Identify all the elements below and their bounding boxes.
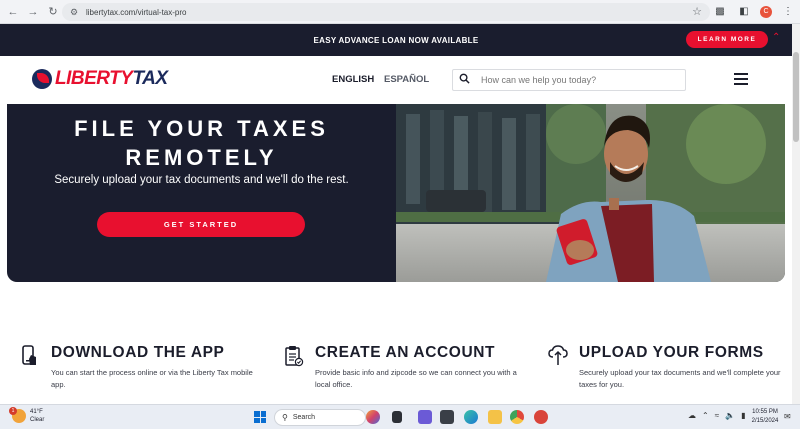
hero-title: FILE YOUR TAXES REMOTELY	[74, 116, 329, 170]
liberty-tax-logo[interactable]: LIBERTYTAX	[32, 68, 168, 90]
feature-desc: Securely upload your tax documents and w…	[579, 368, 781, 389]
hero-photo-man-with-phone	[396, 104, 785, 282]
onedrive-icon[interactable]: ☁	[688, 411, 696, 420]
system-tray: ☁ ⌃ ≈ 🔈 ▮	[688, 411, 751, 420]
bookmark-star-icon[interactable]: ☆	[692, 5, 702, 18]
promo-banner: EASY ADVANCE LOAN NOW AVAILABLE LEARN MO…	[0, 24, 792, 56]
windows-start-icon[interactable]	[254, 411, 266, 423]
get-started-button[interactable]: GET STARTED	[97, 212, 305, 237]
weather-icon: 1	[9, 407, 26, 423]
weather-condition: Clear	[30, 417, 45, 423]
app-icon[interactable]	[440, 410, 454, 424]
clock-date: 2/15/2024	[751, 418, 779, 424]
logo-mark-icon	[32, 69, 52, 89]
clipboard-form-icon	[285, 346, 304, 367]
address-bar[interactable]: ⚙ libertytax.com/virtual-tax-pro ☆	[62, 3, 710, 21]
hero-subtitle: Securely upload your tax documents and w…	[54, 174, 349, 186]
browser-toolbar: ← → ↻ ⚙ libertytax.com/virtual-tax-pro ☆…	[0, 0, 800, 24]
hamburger-menu-icon[interactable]	[734, 73, 748, 85]
back-icon[interactable]: ←	[6, 5, 20, 19]
wifi-icon[interactable]: ≈	[715, 411, 719, 420]
feature-title: UPLOAD YOUR FORMS	[579, 344, 764, 361]
chevron-up-icon[interactable]: ⌃	[702, 411, 709, 420]
search-icon[interactable]	[453, 73, 475, 87]
extensions-icon[interactable]: ▩	[712, 4, 728, 20]
mobile-phone-icon	[22, 345, 36, 365]
copilot-icon[interactable]	[366, 410, 380, 424]
site-search	[452, 69, 686, 91]
feature-title: CREATE AN ACCOUNT	[315, 344, 496, 361]
edge-icon[interactable]	[464, 410, 478, 424]
side-panel-icon[interactable]: ◧	[736, 4, 752, 20]
hero-text-panel: FILE YOUR TAXES REMOTELY Securely upload…	[7, 104, 396, 282]
profile-avatar[interactable]: C	[760, 6, 772, 18]
lang-espanol-link[interactable]: ESPAÑOL	[384, 74, 429, 85]
site-header: LIBERTYTAX ENGLISH ESPAÑOL	[0, 56, 792, 104]
windows-taskbar: 1 41°F Clear ⚲ Search ☁ ⌃ ≈ 🔈 ▮ 10:55 PM…	[0, 404, 800, 429]
cloud-upload-icon	[548, 345, 568, 365]
browser-menu-icon[interactable]: ⋮	[780, 4, 796, 20]
weather-widget[interactable]: 1 41°F Clear	[9, 407, 45, 424]
taskbar-search-label: Search	[292, 414, 316, 421]
url-text[interactable]: libertytax.com/virtual-tax-pro	[86, 8, 186, 17]
hero-section: FILE YOUR TAXES REMOTELY Securely upload…	[7, 104, 785, 282]
chrome-icon[interactable]	[510, 410, 524, 424]
weather-badge: 1	[9, 407, 17, 415]
reload-icon[interactable]: ↻	[46, 5, 60, 19]
app-icon[interactable]	[534, 410, 548, 424]
search-input[interactable]	[481, 75, 681, 85]
lang-english-link[interactable]: ENGLISH	[332, 74, 374, 85]
teams-icon[interactable]	[418, 410, 432, 424]
promo-text: EASY ADVANCE LOAN NOW AVAILABLE	[313, 35, 479, 45]
forward-icon[interactable]: →	[26, 5, 40, 19]
task-view-icon[interactable]	[392, 411, 402, 423]
file-explorer-icon[interactable]	[488, 410, 502, 424]
battery-icon[interactable]: ▮	[741, 411, 745, 420]
scrollbar-thumb[interactable]	[793, 52, 799, 142]
feature-desc: You can start the process online or via …	[51, 368, 253, 389]
feature-desc: Provide basic info and zipcode so we can…	[315, 368, 517, 389]
search-icon: ⚲	[282, 413, 288, 422]
volume-icon[interactable]: 🔈	[725, 411, 735, 420]
logo-wordmark: LIBERTYTAX	[55, 68, 168, 89]
clock-time: 10:55 PM	[752, 409, 778, 415]
collapse-caret-icon[interactable]: ⌃	[772, 32, 780, 43]
feature-title: DOWNLOAD THE APP	[51, 344, 225, 361]
site-info-icon[interactable]: ⚙	[68, 6, 80, 18]
taskbar-search[interactable]: ⚲ Search	[274, 409, 366, 426]
notification-bell-icon[interactable]: ✉	[784, 412, 791, 421]
learn-more-button[interactable]: LEARN MORE	[686, 31, 768, 48]
taskbar-clock[interactable]: 10:55 PM 2/15/2024	[748, 408, 782, 426]
page-scrollbar[interactable]	[792, 24, 800, 404]
weather-temp: 41°F	[30, 409, 43, 415]
